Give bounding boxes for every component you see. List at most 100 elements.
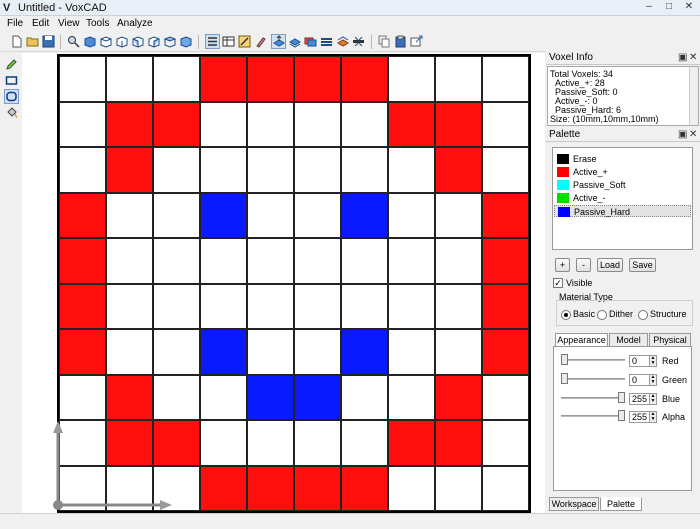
paste-icon[interactable]: [393, 34, 408, 49]
voxel-cell[interactable]: [200, 420, 247, 466]
brush-icon[interactable]: [253, 34, 268, 49]
voxel-cell[interactable]: [247, 192, 294, 238]
view-iso-icon[interactable]: [178, 34, 193, 49]
tab-model[interactable]: Model: [609, 333, 648, 347]
bucket-fill-icon[interactable]: [4, 105, 19, 120]
float-icon[interactable]: ▣: [678, 128, 687, 141]
voxel-cell[interactable]: [200, 56, 247, 102]
radio-dither[interactable]: [597, 310, 607, 320]
voxel-cell[interactable]: [388, 329, 435, 375]
layer-3d-icon[interactable]: [303, 34, 318, 49]
green-slider-handle[interactable]: [561, 373, 568, 384]
voxel-cell[interactable]: [200, 101, 247, 147]
close-icon[interactable]: ✕: [682, 1, 696, 14]
voxel-cell[interactable]: [153, 329, 200, 375]
tab-palette[interactable]: Palette: [600, 497, 642, 511]
maximize-icon[interactable]: □: [662, 1, 676, 14]
voxel-info-scrollbar[interactable]: [689, 67, 698, 125]
voxel-cell[interactable]: [435, 329, 482, 375]
voxel-cell[interactable]: [59, 329, 106, 375]
voxel-cell[interactable]: [106, 374, 153, 420]
voxel-cell[interactable]: [59, 56, 106, 102]
voxel-cell[interactable]: [200, 374, 247, 420]
save-icon[interactable]: [41, 34, 56, 49]
voxel-cell[interactable]: [247, 374, 294, 420]
view-right-icon[interactable]: [146, 34, 161, 49]
tab-workspace[interactable]: Workspace: [549, 497, 599, 511]
voxel-cell[interactable]: [435, 374, 482, 420]
load-palette-button[interactable]: Load: [597, 258, 623, 272]
palette-item[interactable]: Passive_Soft: [554, 179, 691, 191]
voxel-cell[interactable]: [341, 192, 388, 238]
palette-item[interactable]: Active_-: [554, 192, 691, 204]
close-icon[interactable]: ✕: [689, 51, 697, 64]
voxel-cell[interactable]: [106, 238, 153, 284]
voxel-cell[interactable]: [247, 56, 294, 102]
voxel-cell[interactable]: [59, 374, 106, 420]
voxel-cell[interactable]: [106, 56, 153, 102]
voxel-cell[interactable]: [435, 101, 482, 147]
section-icon[interactable]: [335, 34, 350, 49]
voxel-cell[interactable]: [153, 374, 200, 420]
voxel-cell[interactable]: [153, 101, 200, 147]
layer-up-icon[interactable]: [271, 34, 286, 49]
voxel-cell[interactable]: [341, 465, 388, 511]
view-cube-icon[interactable]: [82, 34, 97, 49]
menu-analyze[interactable]: Analyze: [117, 17, 153, 30]
voxel-cell[interactable]: [388, 238, 435, 284]
voxel-cell[interactable]: [482, 192, 529, 238]
tab-appearance[interactable]: Appearance: [555, 333, 608, 347]
voxel-cell[interactable]: [200, 283, 247, 329]
voxel-cell[interactable]: [482, 147, 529, 193]
voxel-cell[interactable]: [388, 147, 435, 193]
voxel-cell[interactable]: [59, 101, 106, 147]
voxel-cell[interactable]: [435, 465, 482, 511]
add-material-button[interactable]: +: [555, 258, 570, 272]
layer-stack-icon[interactable]: [319, 34, 334, 49]
export-icon[interactable]: [409, 34, 424, 49]
view-left-icon[interactable]: [130, 34, 145, 49]
menu-view[interactable]: View: [58, 17, 80, 30]
view-top-icon[interactable]: [162, 34, 177, 49]
voxel-cell[interactable]: [106, 101, 153, 147]
view-back-icon[interactable]: [114, 34, 129, 49]
voxel-cell[interactable]: [482, 283, 529, 329]
grid-edit-icon[interactable]: [237, 34, 252, 49]
green-slider[interactable]: [561, 378, 625, 380]
menu-tools[interactable]: Tools: [86, 17, 109, 30]
voxel-cell[interactable]: [482, 101, 529, 147]
remove-material-button[interactable]: -: [576, 258, 591, 272]
minimize-icon[interactable]: –: [642, 1, 656, 14]
tab-physical[interactable]: Physical: [649, 333, 691, 347]
voxel-cell[interactable]: [388, 101, 435, 147]
voxel-cell[interactable]: [294, 420, 341, 466]
float-icon[interactable]: ▣: [678, 51, 687, 64]
voxel-cell[interactable]: [294, 238, 341, 284]
menu-edit[interactable]: Edit: [32, 17, 49, 30]
blue-slider-handle[interactable]: [618, 392, 625, 403]
voxel-cell[interactable]: [341, 238, 388, 284]
voxel-cell[interactable]: [388, 56, 435, 102]
table-icon[interactable]: [221, 34, 236, 49]
alpha-slider[interactable]: [561, 415, 625, 417]
red-slider-handle[interactable]: [561, 354, 568, 365]
voxel-cell[interactable]: [106, 329, 153, 375]
voxel-cell[interactable]: [388, 192, 435, 238]
voxel-cell[interactable]: [294, 465, 341, 511]
voxel-cell[interactable]: [341, 420, 388, 466]
voxel-cell[interactable]: [106, 283, 153, 329]
voxel-cell[interactable]: [341, 101, 388, 147]
layer-view-icon[interactable]: [287, 34, 302, 49]
voxel-cell[interactable]: [247, 465, 294, 511]
save-palette-button[interactable]: Save: [629, 258, 656, 272]
voxel-cell[interactable]: [200, 192, 247, 238]
ellipse-icon[interactable]: [4, 89, 19, 104]
voxel-cell[interactable]: [294, 101, 341, 147]
voxel-cell[interactable]: [106, 192, 153, 238]
spin-arrows-icon[interactable]: ▲ ▼: [649, 374, 657, 386]
voxel-viewport[interactable]: [22, 53, 545, 513]
voxel-cell[interactable]: [247, 329, 294, 375]
voxel-cell[interactable]: [341, 374, 388, 420]
voxel-cell[interactable]: [294, 147, 341, 193]
voxel-cell[interactable]: [153, 192, 200, 238]
